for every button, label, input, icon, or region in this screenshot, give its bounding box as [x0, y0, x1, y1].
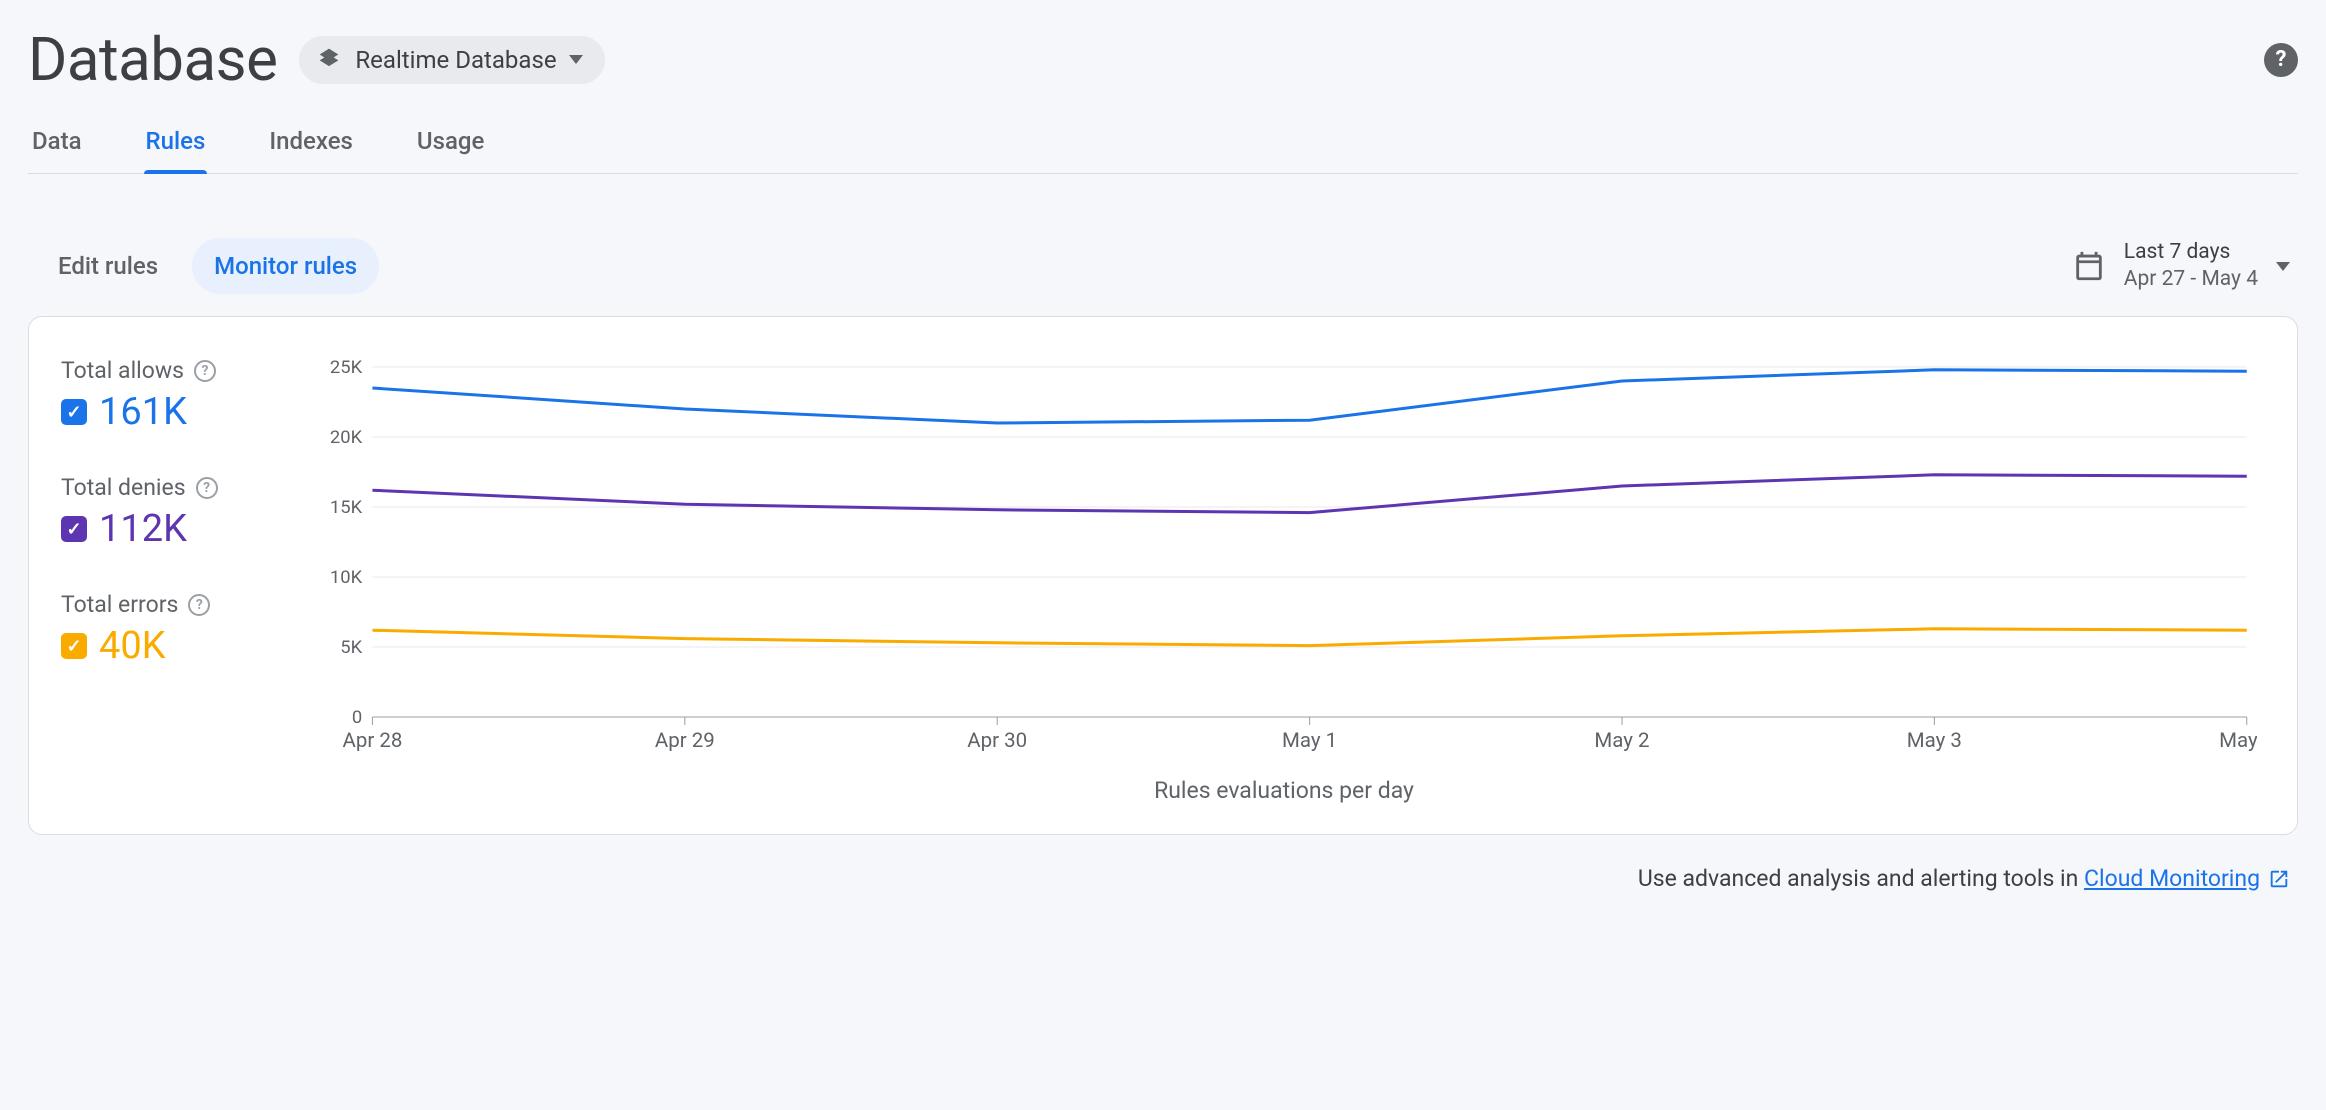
- tab-rules[interactable]: Rules: [144, 113, 208, 173]
- legend-allows-title: Total allows: [61, 357, 184, 384]
- external-link-icon: [2268, 868, 2290, 890]
- help-icon[interactable]: ?: [194, 360, 216, 382]
- footer-note: Use advanced analysis and alerting tools…: [28, 835, 2298, 892]
- help-icon[interactable]: ?: [196, 477, 218, 499]
- svg-text:Apr 29: Apr 29: [655, 728, 715, 752]
- svg-text:25K: 25K: [330, 357, 363, 378]
- svg-text:0: 0: [352, 707, 362, 728]
- subtab-edit-rules[interactable]: Edit rules: [36, 238, 180, 294]
- date-range-span: Apr 27 - May 4: [2124, 266, 2258, 293]
- database-selector[interactable]: Realtime Database: [299, 36, 604, 84]
- help-icon[interactable]: ?: [188, 594, 210, 616]
- chevron-down-icon: [2276, 262, 2290, 271]
- svg-text:May 1: May 1: [1282, 728, 1337, 752]
- rules-chart: 0 5K 10K 15K 20K 25K Apr 28 Apr 29 Apr 30 May 1 Ma…: [311, 357, 2257, 757]
- chevron-down-icon: [569, 55, 583, 64]
- legend-allows-toggle[interactable]: ✓: [61, 399, 87, 425]
- main-tabs: Data Rules Indexes Usage: [28, 113, 2298, 174]
- svg-text:May 2: May 2: [1594, 728, 1649, 752]
- cloud-monitoring-link[interactable]: Cloud Monitoring: [2084, 865, 2290, 892]
- database-selector-label: Realtime Database: [355, 46, 556, 74]
- legend-allows-value: 161K: [99, 390, 187, 434]
- realtime-db-icon: [315, 44, 343, 76]
- calendar-icon: [2072, 249, 2106, 283]
- svg-text:20K: 20K: [330, 427, 363, 448]
- svg-text:10K: 10K: [330, 567, 363, 588]
- svg-text:May 3: May 3: [1907, 728, 1962, 752]
- help-icon[interactable]: ?: [2264, 43, 2298, 77]
- svg-text:Apr 30: Apr 30: [967, 728, 1027, 752]
- page-title: Database: [28, 24, 277, 95]
- legend-denies-toggle[interactable]: ✓: [61, 516, 87, 542]
- date-range-label: Last 7 days: [2124, 239, 2258, 266]
- tab-indexes[interactable]: Indexes: [267, 113, 355, 173]
- tab-data[interactable]: Data: [30, 113, 84, 173]
- legend-denies-value: 112K: [99, 507, 187, 551]
- legend-errors-toggle[interactable]: ✓: [61, 633, 87, 659]
- svg-text:5K: 5K: [340, 637, 362, 658]
- subtab-monitor-rules[interactable]: Monitor rules: [192, 238, 379, 294]
- svg-text:15K: 15K: [330, 497, 363, 518]
- chart-x-axis-label: Rules evaluations per day: [311, 777, 2257, 804]
- svg-text:Apr 28: Apr 28: [343, 728, 403, 752]
- svg-text:May 4: May 4: [2219, 728, 2257, 752]
- legend-denies-title: Total denies: [61, 474, 186, 501]
- legend-errors-title: Total errors: [61, 591, 178, 618]
- tab-usage[interactable]: Usage: [415, 113, 486, 173]
- monitor-chart-card: Total allows ? ✓ 161K Total denies ? ✓ 1…: [28, 316, 2298, 835]
- legend-errors-value: 40K: [99, 624, 166, 668]
- date-range-picker[interactable]: Last 7 days Apr 27 - May 4: [2072, 239, 2290, 294]
